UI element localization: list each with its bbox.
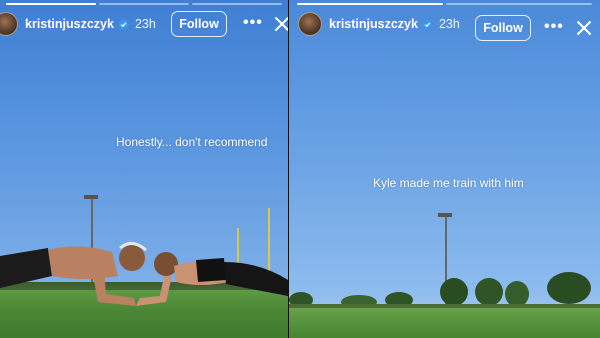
story-progress-bar [6, 3, 282, 5]
verified-badge-icon [422, 18, 433, 30]
story-panel-right[interactable]: kristinjuszczyk 23h Follow ••• Kyle made… [289, 0, 600, 338]
grass-field [289, 308, 600, 338]
username[interactable]: kristinjuszczyk [329, 17, 418, 31]
progress-segment [446, 3, 592, 5]
story-progress-bar [297, 3, 592, 5]
light-pole-lamp [84, 195, 98, 199]
post-time: 23h [438, 17, 460, 31]
planking-couple-photo [0, 242, 288, 306]
story-caption: Honestly... don't recommend [116, 135, 268, 149]
close-icon[interactable] [576, 20, 592, 36]
story-panel-left[interactable]: kristinjuszczyk 23h Follow ••• Honestly.… [0, 0, 288, 338]
story-header: kristinjuszczyk 23h Follow ••• [0, 10, 288, 38]
story-caption: Kyle made me train with him [373, 176, 524, 190]
post-time: 23h [134, 17, 156, 31]
light-pole-lamp [438, 213, 452, 217]
progress-segment [6, 3, 96, 5]
follow-button[interactable]: Follow [171, 11, 227, 37]
progress-segment [297, 3, 443, 5]
avatar[interactable] [0, 12, 18, 36]
follow-button[interactable]: Follow [475, 15, 531, 41]
progress-segment [99, 3, 189, 5]
close-icon[interactable] [274, 16, 288, 32]
verified-badge-icon [118, 18, 129, 30]
progress-segment [192, 3, 282, 5]
more-options-icon[interactable]: ••• [544, 18, 564, 36]
story-header: kristinjuszczyk 23h Follow ••• [289, 10, 600, 41]
avatar[interactable] [298, 12, 322, 36]
more-options-icon[interactable]: ••• [243, 14, 263, 32]
username[interactable]: kristinjuszczyk [25, 17, 114, 31]
treeline [289, 272, 600, 312]
